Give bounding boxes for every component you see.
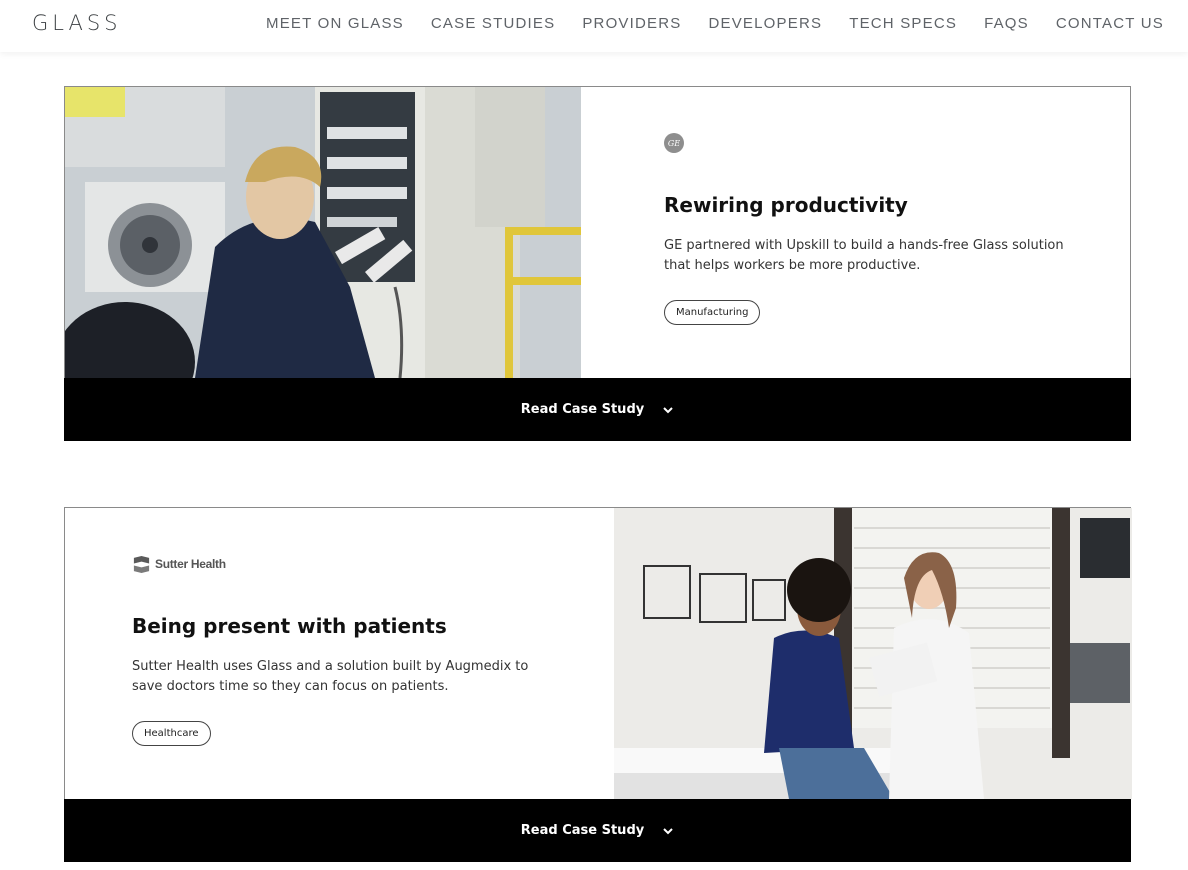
nav-tech-specs[interactable]: TECH SPECS (849, 15, 957, 32)
case-study-photo-doctor-patient (614, 508, 1132, 799)
main-nav: MEET ON GLASS CASE STUDIES PROVIDERS DEV… (239, 15, 1164, 32)
nav-contact-us[interactable]: CONTACT US (1056, 15, 1164, 32)
site-header: GLASS MEET ON GLASS CASE STUDIES PROVIDE… (0, 0, 1188, 52)
nav-developers[interactable]: DEVELOPERS (708, 15, 822, 32)
sutter-health-logo-text: Sutter Health (155, 557, 226, 571)
read-case-study-button[interactable]: Read Case Study (64, 378, 1131, 441)
card-text: GE Rewiring productivity GE partnered wi… (664, 133, 1084, 325)
read-case-study-button[interactable]: Read Case Study (64, 799, 1131, 862)
nav-providers[interactable]: PROVIDERS (582, 15, 681, 32)
read-case-study-label: Read Case Study (520, 823, 645, 838)
card-body: GE Rewiring productivity GE partnered wi… (65, 87, 1130, 378)
card-body: Sutter Health Being present with patient… (65, 508, 1132, 799)
case-study-card-ge: GE Rewiring productivity GE partnered wi… (64, 86, 1131, 441)
sutter-health-logo: Sutter Health (132, 554, 552, 574)
case-study-card-sutter-health: Sutter Health Being present with patient… (64, 507, 1132, 862)
doctor-patient-image (614, 508, 1132, 799)
ge-logo-icon: GE (664, 133, 684, 153)
nav-meet-on-glass[interactable]: MEET ON GLASS (266, 15, 404, 32)
card-title: Being present with patients (132, 614, 447, 638)
sutter-health-logo-icon (133, 555, 150, 573)
chevron-down-icon (663, 406, 673, 413)
card-text: Sutter Health Being present with patient… (132, 554, 552, 746)
tag-healthcare[interactable]: Healthcare (132, 721, 211, 746)
chevron-down-icon (663, 827, 673, 834)
glass-logo[interactable]: GLASS (32, 11, 121, 35)
card-title: Rewiring productivity (664, 193, 908, 217)
read-case-study-label: Read Case Study (520, 402, 645, 417)
technician-image (65, 87, 581, 378)
nav-faqs[interactable]: FAQS (984, 15, 1029, 32)
card-description: Sutter Health uses Glass and a solution … (132, 659, 529, 694)
case-study-photo-technician (65, 87, 581, 378)
card-description: GE partnered with Upskill to build a han… (664, 238, 1064, 273)
tag-manufacturing[interactable]: Manufacturing (664, 300, 761, 325)
ge-logo-text: GE (667, 138, 681, 148)
nav-case-studies[interactable]: CASE STUDIES (431, 15, 555, 32)
